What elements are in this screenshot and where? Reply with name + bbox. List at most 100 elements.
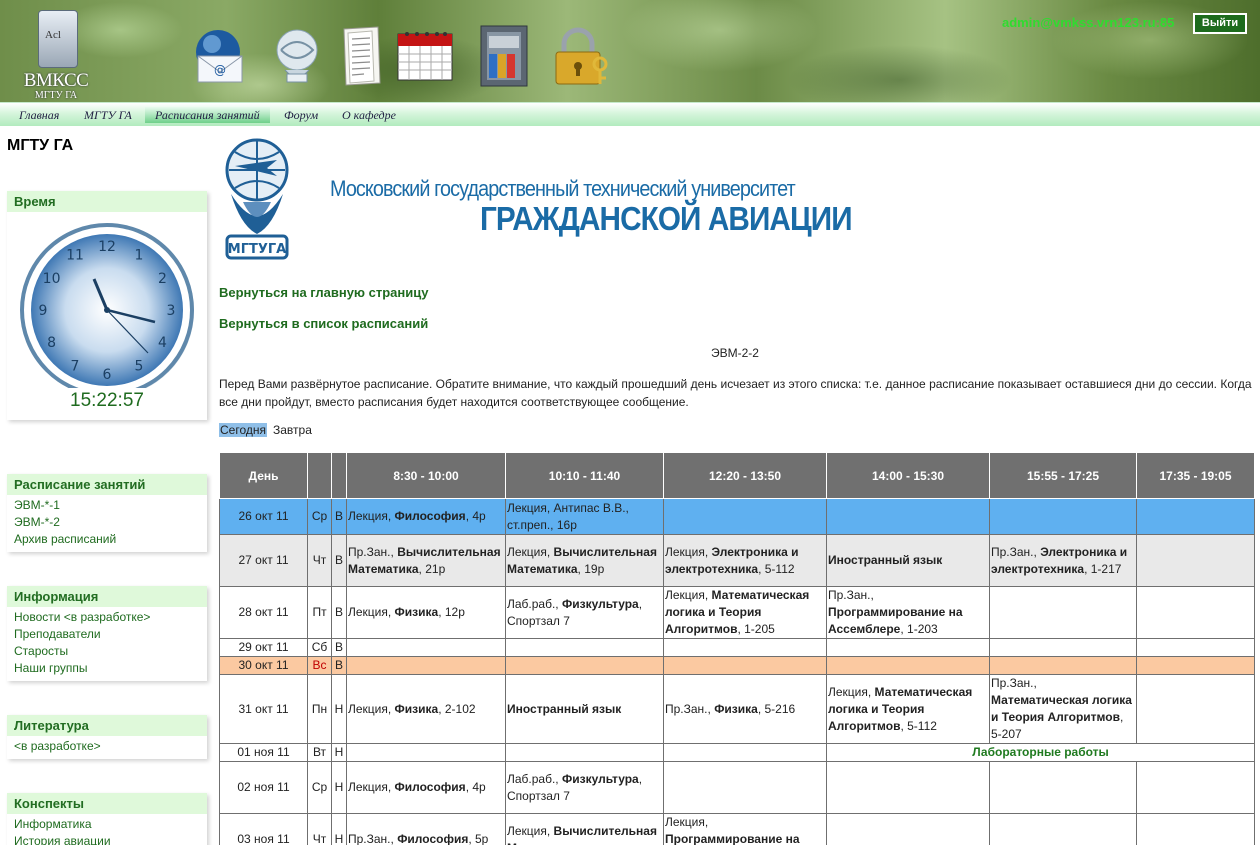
- schedule-lesson-cell: Лекция, Математическая логика и Теория А…: [663, 586, 827, 639]
- nav-item-mgtu[interactable]: МГТУ ГА: [82, 107, 134, 123]
- filter-today-link[interactable]: Сегодня: [219, 423, 267, 437]
- nav-item-forum[interactable]: Форум: [282, 107, 320, 123]
- schedule-date-cell: 28 окт 11: [219, 586, 308, 639]
- logout-button[interactable]: Выйти: [1193, 13, 1247, 34]
- schedule-date-cell: 29 окт 11: [219, 638, 308, 657]
- group-name: ЭВМ-2-2: [711, 346, 759, 360]
- clock-numeral: 10: [43, 271, 61, 287]
- schedule-link-evm1[interactable]: ЭВМ-*-1: [14, 497, 200, 514]
- main-content: МГТУГА Московский государственный технич…: [219, 130, 1260, 845]
- schedule-row: 03 ноя 11 Чт Н Пр.Зан., Философия, 5р Лекция…: [219, 813, 1255, 845]
- schedule-dow-cell: Чт: [307, 534, 332, 587]
- schedule-lesson-cell: Лекция, Антипас В.В., ст.преп., 16р: [505, 498, 664, 535]
- schedule-row: 02 ноя 11 Ср Н Лекция, Философия, 4р Лаб.раб…: [219, 761, 1255, 814]
- schedule-lesson-cell: [989, 498, 1137, 535]
- lesson-text: Лекция,: [665, 588, 712, 602]
- schedule-lesson-cell: [826, 656, 990, 675]
- lesson-subject: Философия: [397, 832, 469, 845]
- lesson-subject: Физкультура: [561, 596, 639, 611]
- schedule-lesson-cell: [505, 638, 664, 657]
- lesson-text: Лаб.раб.,: [507, 771, 562, 786]
- lesson-text: Лекция,: [348, 701, 395, 716]
- calendar-icon[interactable]: [393, 24, 457, 88]
- emblem-icon[interactable]: [265, 24, 329, 88]
- schedule-row: 01 ноя 11 Вт Н Лабораторные работы: [219, 743, 1255, 762]
- lesson-text: Лекция,: [348, 780, 395, 794]
- schedule-week-cell: Н: [331, 761, 347, 814]
- schedule-row: 30 окт 11 Вс В: [219, 656, 1255, 675]
- lesson-text: Пр.Зан.,: [348, 544, 398, 559]
- info-link-heads[interactable]: Старосты: [14, 643, 200, 660]
- schedule-dow-cell: Пн: [307, 674, 332, 744]
- schedule-link-evm2[interactable]: ЭВМ-*-2: [14, 514, 200, 531]
- info-block-title: Информация: [7, 586, 207, 607]
- lesson-text: , 1-217: [1084, 561, 1122, 576]
- logo-mark: Acl: [45, 29, 61, 41]
- literature-link[interactable]: <в разработке>: [14, 738, 200, 755]
- schedule-date-cell: 30 окт 11: [219, 656, 308, 675]
- schedule-header-cell: 10:10 - 11:40: [505, 452, 664, 499]
- schedule-lesson-cell: [1136, 638, 1255, 657]
- lesson-subject: Физкультура: [561, 771, 639, 786]
- schedule-week-cell: Н: [331, 813, 347, 845]
- schedule-date-cell: 03 ноя 11: [219, 813, 308, 845]
- schedule-lesson-cell: [346, 656, 506, 675]
- schedule-lesson-cell: Иностранный язык: [826, 534, 990, 587]
- schedule-lesson-cell: [989, 638, 1137, 657]
- document-icon[interactable]: [328, 24, 392, 88]
- schedule-header-cell: День: [219, 452, 308, 499]
- schedule-lesson-cell: [663, 743, 827, 762]
- info-link-teachers[interactable]: Преподаватели: [14, 626, 200, 643]
- safe-icon[interactable]: [471, 24, 535, 88]
- lesson-text: , 4р: [465, 780, 486, 794]
- emblem-text: МГТУГА: [228, 242, 286, 257]
- schedule-header-cell: 15:55 - 17:25: [989, 452, 1137, 499]
- info-block: Информация Новости <в разработке> Препод…: [7, 586, 207, 681]
- university-name-line2: ГРАЖДАНСКОЙ АВИАЦИИ: [480, 200, 853, 237]
- schedule-link-archive[interactable]: Архив расписаний: [14, 531, 200, 548]
- clock-numeral: 11: [66, 248, 84, 264]
- site-logo[interactable]: Acl ВМКСС МГТУ ГА: [16, 6, 96, 101]
- schedule-header-cell: 8:30 - 10:00: [346, 452, 506, 499]
- lesson-subject: Философия: [394, 780, 466, 794]
- schedule-lesson-cell: Лекция, Математическая логика и Теория А…: [826, 674, 990, 744]
- schedule-lab-note: Лабораторные работы: [826, 743, 1255, 762]
- schedule-lesson-cell: Пр.Зан., Программирование на Ассемблере,…: [826, 586, 990, 639]
- back-list-link[interactable]: Вернуться в список расписаний: [219, 316, 428, 331]
- schedule-lesson-cell: [1136, 674, 1255, 744]
- user-email[interactable]: admin@vmkss.vrn123.ru:85: [1002, 15, 1174, 30]
- back-home-link[interactable]: Вернуться на главную страницу: [219, 285, 428, 300]
- nav-item-about[interactable]: О кафедре: [340, 107, 398, 123]
- literature-block-title: Литература: [7, 715, 207, 736]
- schedule-lesson-cell: [989, 761, 1137, 814]
- analog-clock: 12 1 2 3 4 5 6 7 8 9 10 11: [7, 212, 207, 397]
- lesson-text: , 5-112: [900, 718, 937, 733]
- mail-icon[interactable]: @: [188, 24, 252, 88]
- schedule-lesson-cell: Лекция, Физика, 12р: [346, 586, 506, 639]
- schedule-date-cell: 31 окт 11: [219, 674, 308, 744]
- filter-tomorrow-link[interactable]: Завтра: [273, 423, 312, 437]
- svg-text:@: @: [214, 63, 226, 77]
- schedule-lesson-cell: Иностранный язык: [505, 674, 664, 744]
- site-title: МГТУ ГА: [7, 137, 74, 154]
- clock-numeral: 3: [167, 303, 176, 319]
- literature-block: Литература <в разработке>: [7, 715, 207, 759]
- schedule-date-cell: 27 окт 11: [219, 534, 308, 587]
- notes-link-informatics[interactable]: Информатика: [14, 816, 200, 833]
- lock-icon[interactable]: [550, 24, 614, 88]
- schedule-lesson-cell: [826, 638, 990, 657]
- lesson-text: , 19р: [577, 561, 605, 576]
- schedule-header-row: День 8:30 - 10:00 10:10 - 11:40 12:20 - 13:…: [219, 452, 1255, 499]
- nav-item-home[interactable]: Главная: [17, 107, 61, 123]
- schedule-lesson-cell: Лекция, Программирование на Ассемблере: [663, 813, 827, 845]
- schedule-lesson-cell: Пр.Зан., Электроника и электротехника, 1…: [989, 534, 1137, 587]
- lesson-subject: Программирование на Ассемблере: [828, 605, 963, 636]
- clock-numeral: 12: [98, 239, 116, 255]
- notes-link-aviation-history[interactable]: История авиации: [14, 833, 200, 845]
- nav-item-schedules[interactable]: Расписания занятий: [145, 107, 270, 123]
- info-link-news[interactable]: Новости <в разработке>: [14, 609, 200, 626]
- lesson-text: , 12р: [438, 605, 465, 619]
- lesson-text: , 4р: [465, 509, 486, 523]
- info-link-groups[interactable]: Наши группы: [14, 660, 200, 677]
- lesson-subject: Математическая логика и Теория Алгоритмо…: [991, 693, 1132, 724]
